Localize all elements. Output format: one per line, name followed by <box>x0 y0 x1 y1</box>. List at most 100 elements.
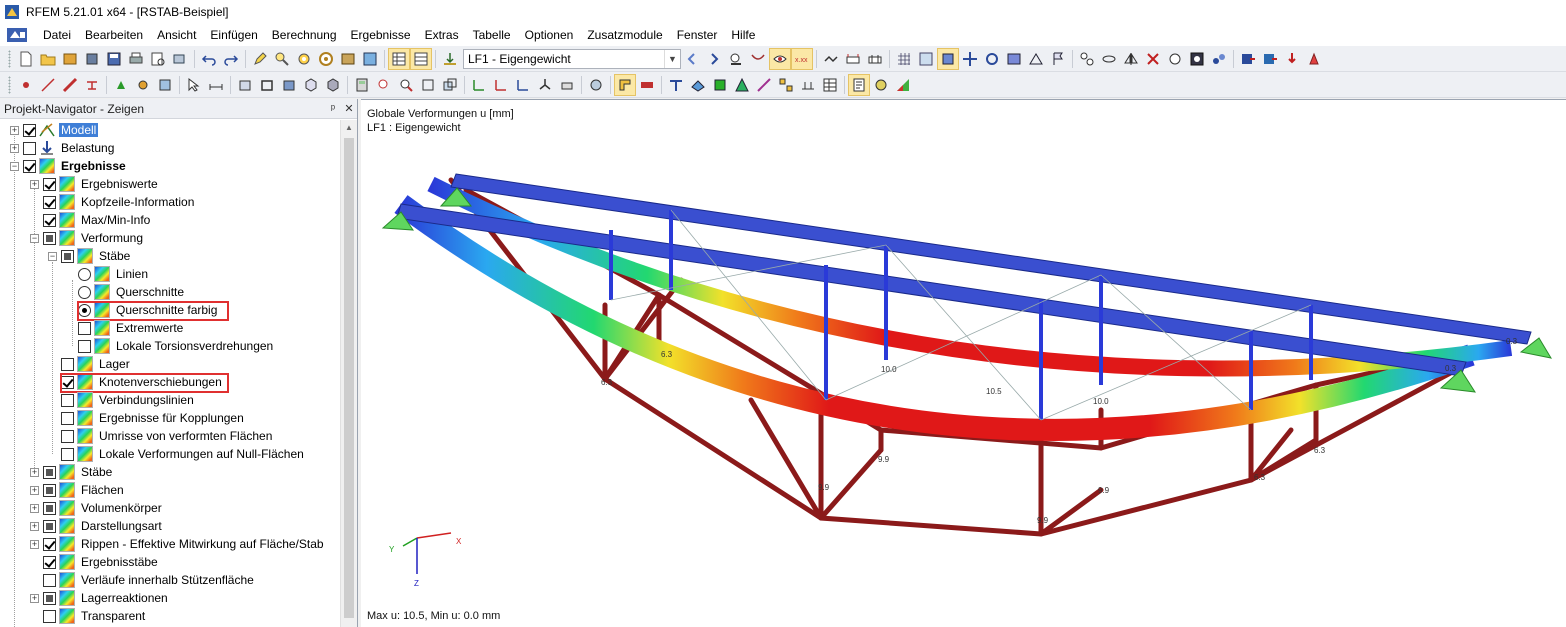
checkbox-kopplungen[interactable] <box>61 412 74 425</box>
zoom-icon[interactable] <box>293 48 315 70</box>
new-support-icon[interactable] <box>81 74 103 96</box>
checkbox-ergebnisse[interactable] <box>23 160 36 173</box>
menu-berechnung[interactable]: Berechnung <box>265 24 344 46</box>
copy-icon[interactable] <box>169 48 191 70</box>
member-results-icon[interactable] <box>665 74 687 96</box>
render-icon[interactable] <box>1003 48 1025 70</box>
navigator-scrollbar[interactable]: ▲ <box>340 120 357 627</box>
new-member-icon[interactable] <box>59 74 81 96</box>
print-icon[interactable] <box>125 48 147 70</box>
menu-ergebnisse[interactable]: Ergebnisse <box>344 24 418 46</box>
menu-tabelle[interactable]: Tabelle <box>466 24 518 46</box>
loadcase-icon[interactable] <box>439 48 461 70</box>
checkbox-verformung[interactable] <box>43 232 56 245</box>
collapse-icon[interactable]: − <box>48 252 57 261</box>
rotate-icon[interactable] <box>981 48 1003 70</box>
tree-item-extremwerte[interactable]: Extremwerte <box>70 319 185 337</box>
expand-icon[interactable]: + <box>30 504 39 513</box>
menu-ansicht[interactable]: Ansicht <box>150 24 203 46</box>
dimension-icon[interactable] <box>205 74 227 96</box>
tree-item-lagerreaktionen[interactable]: + Lagerreaktionen <box>30 589 170 607</box>
navigator-toggle-icon[interactable] <box>410 48 432 70</box>
move-icon[interactable] <box>959 48 981 70</box>
load-icon[interactable] <box>1281 48 1303 70</box>
checkbox-ergebniswerte[interactable] <box>43 178 56 191</box>
previous-icon[interactable] <box>681 48 703 70</box>
checkbox-kopfzeile[interactable] <box>43 196 56 209</box>
deformation-icon[interactable] <box>747 48 769 70</box>
tree-item-kopplungen[interactable]: Ergebnisse für Kopplungen <box>48 409 246 427</box>
show-results-icon[interactable] <box>769 48 791 70</box>
node-icon[interactable] <box>1076 48 1098 70</box>
save-icon[interactable] <box>103 48 125 70</box>
select-icon[interactable] <box>183 74 205 96</box>
checkbox-staebe[interactable] <box>43 466 56 479</box>
scroll-up-icon[interactable]: ▲ <box>341 120 357 136</box>
checkbox-lager[interactable] <box>61 358 74 371</box>
block-icon[interactable] <box>81 48 103 70</box>
panels-icon[interactable] <box>775 74 797 96</box>
tree-item-ergebniswerte[interactable]: + Ergebniswerte <box>30 175 160 193</box>
expand-icon[interactable]: + <box>30 540 39 549</box>
surface-results-icon[interactable] <box>687 74 709 96</box>
open-folder-icon[interactable] <box>37 48 59 70</box>
cube-edit-icon[interactable] <box>322 74 344 96</box>
view-custom-icon[interactable] <box>556 74 578 96</box>
tree-item-ergebnisse[interactable]: − Ergebnisse <box>10 157 128 175</box>
edit-icon[interactable] <box>249 48 271 70</box>
checkbox-verlaeufe[interactable] <box>43 574 56 587</box>
checkbox-maxmin[interactable] <box>43 214 56 227</box>
menu-bearbeiten[interactable]: Bearbeiten <box>78 24 150 46</box>
color-scale-icon[interactable] <box>892 74 914 96</box>
checkbox-belastung[interactable] <box>23 142 36 155</box>
animation-icon[interactable] <box>820 48 842 70</box>
tree-item-rippen[interactable]: + Rippen - Effektive Mitwirkung auf Fläc… <box>30 535 326 553</box>
section-new-icon[interactable] <box>154 74 176 96</box>
checkbox-umrisse[interactable] <box>61 430 74 443</box>
search-icon[interactable] <box>271 48 293 70</box>
tree-item-verformung-staebe[interactable]: − Stäbe <box>48 247 132 265</box>
checkbox-darstellungsart[interactable] <box>43 520 56 533</box>
tree-item-querschnitte[interactable]: Querschnitte <box>70 283 186 301</box>
collapse-icon[interactable]: − <box>30 234 39 243</box>
delete-icon[interactable] <box>1142 48 1164 70</box>
solid-icon[interactable] <box>278 74 300 96</box>
multi-view-icon[interactable] <box>439 74 461 96</box>
checkbox-modell[interactable] <box>23 124 36 137</box>
diagram-icon[interactable] <box>842 48 864 70</box>
show-values-icon[interactable] <box>848 74 870 96</box>
snap-icon[interactable] <box>937 48 959 70</box>
member-icon[interactable] <box>1098 48 1120 70</box>
tree-item-ergebnisstaebe[interactable]: Ergebnisstäbe <box>30 553 160 571</box>
view-iso-icon[interactable] <box>534 74 556 96</box>
redo-icon[interactable] <box>220 48 242 70</box>
hinge-icon[interactable] <box>132 74 154 96</box>
expand-icon[interactable]: + <box>30 594 39 603</box>
flag-icon[interactable] <box>1047 48 1069 70</box>
color-results-icon[interactable] <box>731 74 753 96</box>
checkbox-transparent[interactable] <box>43 610 56 623</box>
tree-item-lager[interactable]: Lager <box>48 355 132 373</box>
line-results-icon[interactable] <box>753 74 775 96</box>
filter-icon[interactable] <box>614 74 636 96</box>
menu-extras[interactable]: Extras <box>418 24 466 46</box>
pin-icon[interactable]: ᵖ <box>325 103 341 115</box>
values-icon[interactable]: x.xx <box>791 48 813 70</box>
display-options-icon[interactable] <box>585 74 607 96</box>
tree-item-flaechen[interactable]: + Flächen <box>30 481 126 499</box>
mesh-icon[interactable] <box>915 48 937 70</box>
expand-icon[interactable]: + <box>30 180 39 189</box>
cube-icon[interactable] <box>300 74 322 96</box>
checkbox-extremwerte[interactable] <box>78 322 91 335</box>
menu-hilfe[interactable]: Hilfe <box>724 24 762 46</box>
chevron-down-icon[interactable]: ▼ <box>664 50 680 68</box>
load-generator-icon[interactable] <box>1303 48 1325 70</box>
table-results-icon[interactable] <box>819 74 841 96</box>
measure-icon[interactable] <box>1164 48 1186 70</box>
loadcase-dropdown[interactable]: LF1 - Eigengewicht ▼ <box>463 49 681 69</box>
visibility-icon[interactable] <box>636 74 658 96</box>
expand-icon[interactable]: + <box>30 486 39 495</box>
new-node-icon[interactable] <box>15 74 37 96</box>
open-model-icon[interactable] <box>59 48 81 70</box>
checkbox-rippen[interactable] <box>43 538 56 551</box>
